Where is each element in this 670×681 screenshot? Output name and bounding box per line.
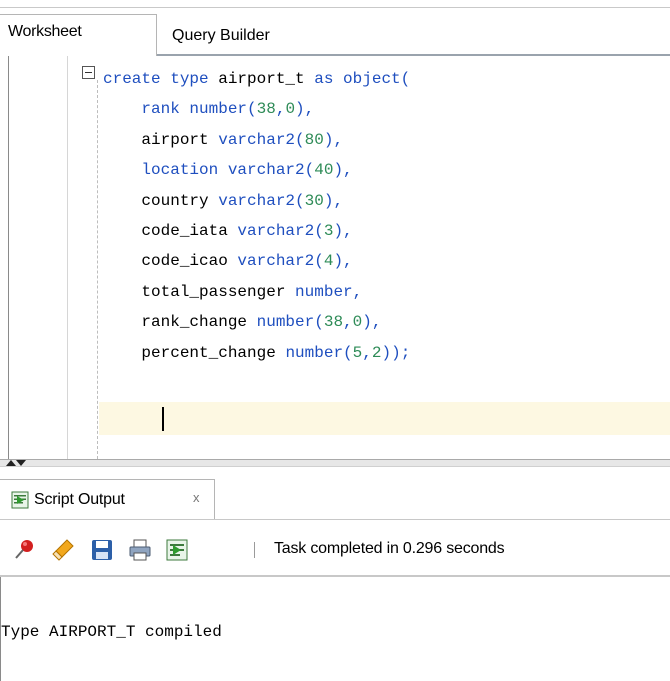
code-identifier: airport_t (218, 70, 305, 88)
code-keyword: ), (295, 100, 315, 119)
code-keyword: as object( (304, 70, 411, 88)
print-icon[interactable] (128, 538, 152, 562)
code-number: 3 (323, 221, 334, 240)
code-keyword: rank number( (103, 100, 257, 119)
arrow-down-icon[interactable] (16, 460, 26, 466)
code-number: 40 (314, 161, 334, 180)
code-keyword: varchar2( (218, 191, 305, 210)
script-output-pane[interactable]: Type AIRPORT_T compiled (0, 577, 670, 681)
code-number: 5 (352, 343, 363, 362)
code-keyword: create type (103, 70, 219, 88)
editor-gutter-divider (67, 56, 68, 459)
code-line: rank_change number(38,0), (103, 307, 410, 337)
code-keyword: ), (333, 252, 353, 271)
text-caret (162, 407, 164, 431)
arrow-up-icon[interactable] (6, 460, 16, 466)
task-status-text: Task completed in 0.296 seconds (274, 540, 505, 557)
code-line: percent_change number(5,2)); (103, 338, 410, 368)
code-number: 0 (352, 313, 363, 332)
code-identifier: code_iata (103, 221, 238, 240)
code-identifier: total_passenger (103, 282, 296, 301)
code-number: 80 (304, 130, 324, 149)
code-keyword: number, (295, 282, 363, 301)
code-keyword: number( (256, 313, 324, 332)
code-line: code_iata varchar2(3), (103, 216, 410, 246)
code-keyword: , (362, 343, 372, 362)
code-number: 38 (256, 100, 276, 119)
tab-script-output[interactable]: Script Output x (0, 479, 215, 519)
code-keyword: ), (333, 221, 353, 240)
tab-script-output-label: Script Output (34, 491, 125, 508)
code-keyword: )); (381, 343, 411, 362)
tab-worksheet-label: Worksheet (8, 23, 82, 40)
code-keyword: , (343, 313, 353, 332)
code-line: rank number(38,0), (103, 94, 410, 124)
code-keyword: varchar2( (237, 252, 324, 271)
tab-query-builder[interactable]: Query Builder (172, 27, 270, 45)
code-keyword: location varchar2( (103, 161, 315, 180)
sql-editor[interactable]: create type airport_t as object( rank nu… (8, 56, 670, 459)
close-icon[interactable]: x (193, 490, 200, 505)
code-number: 4 (323, 252, 334, 271)
code-keyword: ), (333, 161, 353, 180)
output-message: Type AIRPORT_T compiled (1, 623, 222, 641)
code-identifier: airport (103, 130, 219, 149)
pane-splitter[interactable] (0, 459, 670, 467)
tab-worksheet[interactable]: Worksheet (0, 14, 157, 56)
code-keyword: varchar2( (237, 221, 324, 240)
output-tab-bar: Script Output x (0, 467, 670, 519)
code-number: 0 (285, 100, 296, 119)
code-identifier: country (103, 191, 219, 210)
code-keyword: ), (323, 191, 344, 210)
code-identifier: percent_change (103, 343, 286, 362)
code-keyword: , (275, 100, 286, 119)
fold-guide (97, 80, 98, 459)
script-output-icon (11, 491, 29, 514)
current-line-highlight (99, 402, 670, 435)
output-toolbar: Task completed in 0.296 seconds (0, 519, 670, 577)
code-keyword: varchar2( (218, 130, 305, 149)
code-identifier: rank_change (103, 313, 257, 332)
save-icon[interactable] (90, 538, 114, 562)
code-keyword: ), (323, 130, 344, 149)
code-keyword: ), (362, 313, 382, 332)
code-keyword: number( (285, 343, 353, 362)
eraser-icon[interactable] (51, 538, 75, 562)
code-line: total_passenger number, (103, 277, 410, 307)
pin-icon[interactable] (12, 538, 36, 562)
code-number: 38 (323, 313, 344, 332)
collapse-icon[interactable] (82, 66, 95, 79)
code-line: airport varchar2(80), (103, 125, 410, 155)
script-icon[interactable] (165, 538, 189, 562)
code-text: create type airport_t as object( rank nu… (103, 64, 410, 368)
toolbar-separator (254, 542, 255, 558)
code-number: 30 (304, 191, 324, 210)
code-line: create type airport_t as object( (103, 64, 410, 94)
code-line: location varchar2(40), (103, 155, 410, 185)
code-identifier: code_icao (103, 252, 238, 271)
code-line: country varchar2(30), (103, 186, 410, 216)
code-line: code_icao varchar2(4), (103, 246, 410, 276)
editor-tab-bar: Worksheet Query Builder (0, 8, 670, 56)
